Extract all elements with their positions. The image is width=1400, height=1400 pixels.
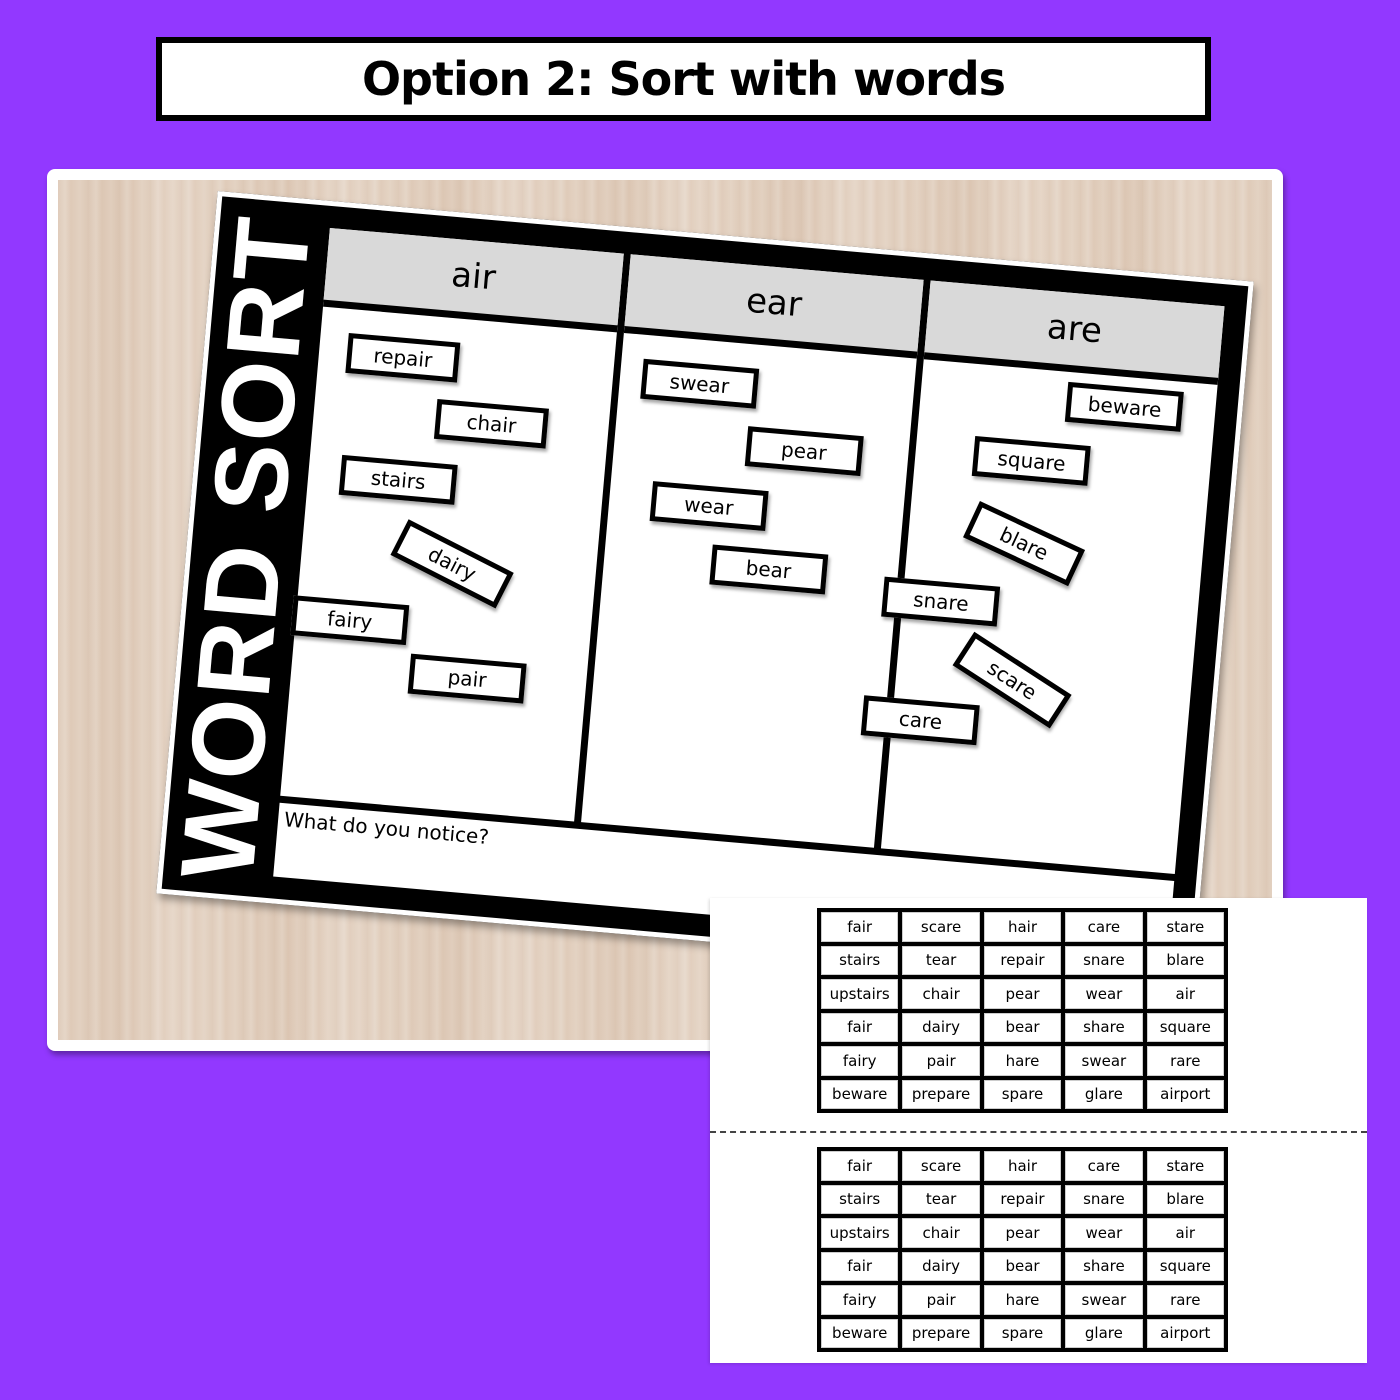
grid-word-card: care [1065,1151,1143,1181]
title-banner: Option 2: Sort with words [156,37,1211,121]
grid-word-card: upstairs [821,979,899,1009]
grid-word-card: spare [983,1079,1062,1109]
grid-word-card: airport [1146,1079,1224,1109]
word-card-blare[interactable]: blare [963,501,1086,587]
grid-word-card: spare [983,1318,1062,1348]
word-card-wear[interactable]: wear [649,481,769,531]
grid-word-card: stairs [821,945,899,975]
word-card-beware[interactable]: beware [1065,381,1185,432]
grid-word-card: stare [1146,1151,1224,1181]
column-body: swear pear wear bear [581,333,917,848]
board-sheet: WORD SORT air repair chair stairs dairy fair… [156,191,1254,984]
grid-word-card: rare [1146,1285,1224,1315]
grid-word-card: beware [821,1079,899,1109]
grid-word-card: blare [1146,945,1224,975]
grid-word-card: square [1146,1251,1224,1281]
grid-word-card: care [1065,912,1143,942]
grid-word-card: fairy [821,1046,899,1076]
grid-word-card: pear [983,1218,1062,1248]
grid-word-card: scare [902,912,980,942]
column-air: air repair chair stairs dairy fairy pair [280,227,624,822]
word-card-fairy[interactable]: fairy [290,595,410,646]
grid-word-card: pair [902,1285,980,1315]
sort-area: air repair chair stairs dairy fairy pair ear … [280,227,1225,875]
column-are: are beware square blare snare scare care [861,280,1225,875]
grid-word-card: repair [983,945,1062,975]
word-card-bear[interactable]: bear [708,544,828,595]
banner-title: Option 2: Sort with words [361,52,1006,106]
word-card-square[interactable]: square [972,436,1092,486]
word-card-dairy[interactable]: dairy [390,519,514,609]
grid-word-card: hair [983,912,1062,942]
grid-word-card: pear [983,979,1062,1009]
grid-word-card: prepare [902,1079,980,1109]
notice-prompt: What do you notice? [283,807,490,850]
grid-word-card: dairy [902,1012,980,1042]
grid-word-card: share [1065,1251,1143,1281]
column-body: beware square blare snare scare care [861,359,1217,874]
grid-word-card: beware [821,1318,899,1348]
printable-word-cards-sheet: fair scare hair care stare stairs tear repair sn… [710,898,1367,1363]
column-ear: ear swear pear wear bear [580,254,924,848]
word-card-swear[interactable]: swear [639,358,759,409]
grid-word-card: air [1146,979,1224,1009]
grid-word-card: glare [1065,1079,1143,1109]
grid-word-card: fair [821,1012,899,1042]
grid-word-card: stare [1146,912,1224,942]
grid-word-card: dairy [902,1251,980,1281]
grid-word-card: snare [1065,1184,1143,1214]
grid-word-card: prepare [902,1318,980,1348]
grid-word-card: scare [902,1151,980,1181]
grid-word-card: wear [1065,1218,1143,1248]
cut-line [710,1131,1367,1133]
grid-word-card: rare [1146,1046,1224,1076]
word-card-pair[interactable]: pair [407,653,527,704]
word-card-pear[interactable]: pear [744,426,864,477]
grid-word-card: hare [983,1285,1062,1315]
word-card-grid: fair scare hair care stare stairs tear repair sn… [817,908,1228,1113]
column-body: repair chair stairs dairy fairy pair [280,307,616,822]
grid-word-card: fair [821,912,899,942]
word-card-stairs[interactable]: stairs [338,454,458,505]
grid-word-card: upstairs [821,1218,899,1248]
grid-word-card: stairs [821,1184,899,1214]
grid-word-card: hare [983,1046,1062,1076]
grid-word-card: swear [1065,1046,1143,1076]
grid-word-card: bear [983,1012,1062,1042]
grid-word-card: chair [902,979,980,1009]
grid-word-card: wear [1065,979,1143,1009]
grid-word-card: bear [983,1251,1062,1281]
grid-word-card: air [1146,1218,1224,1248]
grid-word-card: glare [1065,1318,1143,1348]
word-card-repair[interactable]: repair [345,332,461,383]
grid-word-card: hair [983,1151,1062,1181]
grid-word-card: share [1065,1012,1143,1042]
grid-word-card: fair [821,1251,899,1281]
grid-word-card: swear [1065,1285,1143,1315]
word-card-chair[interactable]: chair [433,398,549,449]
grid-word-card: tear [902,1184,980,1214]
word-sort-board: WORD SORT air repair chair stairs dairy fair… [156,191,1254,984]
grid-word-card: chair [902,1218,980,1248]
grid-word-card: repair [983,1184,1062,1214]
grid-word-card: square [1146,1012,1224,1042]
grid-word-card: fair [821,1151,899,1181]
word-card-grid: fair scare hair care stare stairs tear repair sn… [817,1147,1228,1352]
grid-word-card: airport [1146,1318,1224,1348]
grid-word-card: pair [902,1046,980,1076]
grid-word-card: blare [1146,1184,1224,1214]
grid-word-card: tear [902,945,980,975]
grid-word-card: snare [1065,945,1143,975]
word-card-snare[interactable]: snare [881,576,1001,627]
grid-word-card: fairy [821,1285,899,1315]
